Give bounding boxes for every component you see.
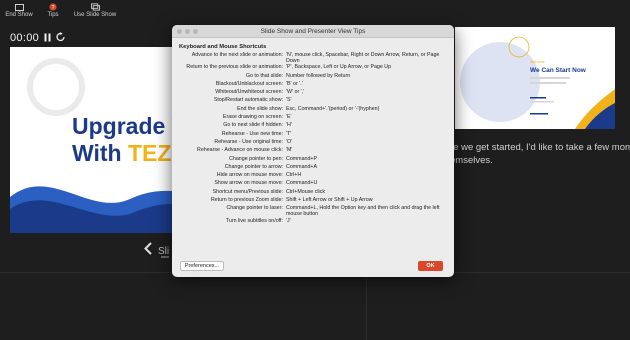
shortcut-action: Rehearse - Advance on mouse click: <box>197 147 283 154</box>
speaker-notes[interactable]: re we get started, I'd like to take a fe… <box>450 142 630 168</box>
bottom-panel-divider[interactable] <box>366 272 367 340</box>
tips-dialog: Slide Show and Presenter View Tips Keybo… <box>172 25 454 277</box>
shortcut-row: Stop/Restart automatic show: 'S' <box>172 97 454 105</box>
use-slide-show-button[interactable]: Use Slide Show <box>73 3 117 24</box>
timer-text: 00:00 <box>10 32 40 44</box>
shortcut-action: Show arrow on mouse move: <box>214 180 283 187</box>
shortcut-row: Erase drawing on screen: 'E' <box>172 114 454 122</box>
shortcut-action: Rehearse - Use original time: <box>214 138 283 145</box>
shortcut-action: Go to that slide: <box>245 72 283 79</box>
shortcut-action: Go to next slide if hidden: <box>223 122 283 129</box>
shortcut-keys: 'J' <box>286 217 291 224</box>
shortcut-keys: Shift + Left Arrow or Shift + Up Arrow <box>286 197 373 204</box>
tips-label: Tips <box>47 12 59 18</box>
shortcut-action: Advance to the next slide or animation: <box>191 52 283 58</box>
slide-show-icon <box>90 3 100 11</box>
screen-icon <box>14 3 24 11</box>
shortcut-keys: 'N', mouse click, Spacebar, Right or Dow… <box>286 52 440 65</box>
shortcut-action: Stop/Restart automatic show: <box>213 97 283 104</box>
shortcut-row: Go to that slide: Number followed by Retu… <box>172 73 454 81</box>
window-controls <box>177 29 198 34</box>
shortcut-keys: 'B' or '.' <box>286 80 303 87</box>
shortcut-action: Turn live subtitles on/off: <box>225 217 283 224</box>
close-window-icon[interactable] <box>177 29 182 34</box>
shortcut-row: Change pointer to arrow: Command+A <box>172 164 454 172</box>
shortcut-action: Erase drawing on screen: <box>222 114 283 121</box>
tips-button[interactable]: ? Tips <box>41 3 65 24</box>
reset-icon[interactable] <box>56 29 66 47</box>
shortcut-row: Rehearse - Use original time: 'O' <box>172 139 454 147</box>
shortcut-keys: 'W' or ',' <box>286 89 305 96</box>
tips-icon: ? <box>49 3 58 11</box>
shortcut-action: Whiteout/Unwhiteout screen: <box>215 89 283 96</box>
shortcut-list: Advance to the next slide or animation: '… <box>172 52 454 226</box>
slide-counter-label: Sli <box>158 245 170 257</box>
shortcut-row: Shortcut menu/Previous slide: Ctrl+Mouse … <box>172 189 454 197</box>
zoom-window-icon[interactable] <box>193 29 198 34</box>
dialog-title: Slide Show and Presenter View Tips <box>260 28 366 35</box>
end-show-label: End Show <box>5 12 33 18</box>
pause-icon[interactable] <box>44 29 51 47</box>
shortcut-row: Whiteout/Unwhiteout screen: 'W' or ',' <box>172 89 454 97</box>
shortcut-row: Rehearse - Use new time: 'T' <box>172 131 454 139</box>
next-slide-tag: Welcome <box>530 60 545 64</box>
notes-line-1: re we get started, I'd like to take a fe… <box>450 142 630 153</box>
shortcut-action: Change pointer to laser: <box>226 205 283 212</box>
timer: 00:00 <box>10 29 66 47</box>
shortcut-keys: Esc, Command+'.'(period) or '-'(hyphen) <box>286 105 380 112</box>
shortcut-row: End the slide show: Esc, Command+'.'(peri… <box>172 106 454 114</box>
dialog-titlebar[interactable]: Slide Show and Presenter View Tips <box>172 25 454 38</box>
shortcut-row: Blackout/Unblackout screen: 'B' or '.' <box>172 81 454 89</box>
shortcut-action: Blackout/Unblackout screen: <box>215 80 283 87</box>
shortcut-keys: 'T' <box>286 130 292 137</box>
shortcut-keys: 'O' <box>286 138 293 145</box>
shortcut-action: Change pointer to pen: <box>229 155 283 162</box>
section-heading: Keyboard and Mouse Shortcuts <box>179 44 267 50</box>
next-slide-preview[interactable]: Welcome We Can Start Now <box>455 27 615 129</box>
shortcut-row: Change pointer to pen: Command+P <box>172 156 454 164</box>
shortcut-row: Turn live subtitles on/off: 'J' <box>172 218 454 226</box>
shortcut-row: Return to previous Zoom slide: Shift + Le… <box>172 197 454 205</box>
shortcut-keys: Ctrl+Mouse click <box>286 188 325 195</box>
shortcut-keys: 'H' <box>286 122 292 129</box>
shortcut-keys: Number followed by Return <box>286 72 351 79</box>
shortcut-keys: Command+P <box>286 155 318 162</box>
use-slide-show-label: Use Slide Show <box>73 12 117 18</box>
slide-counter-sub <box>161 256 169 258</box>
shortcut-row: Hide arrow on mouse move: Ctrl+H <box>172 172 454 180</box>
shortcut-action: End the slide show: <box>237 105 283 112</box>
shortcut-action: Return to the previous slide or animatio… <box>186 64 283 71</box>
shortcut-action: Change pointer to arrow: <box>224 163 283 170</box>
shortcut-action: Hide arrow on mouse move: <box>216 172 283 179</box>
next-slide-title: We Can Start Now <box>530 67 586 74</box>
shortcut-row: Advance to the next slide or animation: '… <box>172 52 454 64</box>
shortcut-row: Change pointer to laser: Command+L, Hold … <box>172 205 454 217</box>
shortcut-row: Go to next slide if hidden: 'H' <box>172 122 454 130</box>
slide-title-line2-plain: With <box>72 140 128 167</box>
shortcut-row: Return to the previous slide or animatio… <box>172 64 454 72</box>
shortcut-keys: 'P', Backspace, Left or Up Arrow, or Pag… <box>286 64 392 71</box>
shortcut-action: Shortcut menu/Previous slide: <box>212 188 283 195</box>
shortcut-keys: 'S' <box>286 97 292 104</box>
svg-text:?: ? <box>52 5 55 11</box>
shortcut-row: Rehearse - Advance on mouse click: 'M' <box>172 147 454 155</box>
shortcut-action: Rehearse - Use new time: <box>221 130 283 137</box>
preferences-button[interactable]: Preferences... <box>180 261 224 271</box>
shortcut-keys: Ctrl+H <box>286 172 302 179</box>
next-slide-graphic <box>455 27 615 129</box>
end-show-button[interactable]: End Show <box>5 3 33 24</box>
shortcut-keys: Command+A <box>286 163 318 170</box>
minimize-window-icon[interactable] <box>185 29 190 34</box>
ok-button[interactable]: OK <box>418 261 443 271</box>
shortcut-keys: 'E' <box>286 114 292 121</box>
presenter-toolbar: End Show ? Tips Use Slide Show <box>0 0 630 24</box>
previous-slide-icon[interactable] <box>144 242 152 260</box>
shortcut-row: Show arrow on mouse move: Command+U <box>172 180 454 188</box>
shortcut-action: Return to previous Zoom slide: <box>210 197 283 204</box>
shortcut-keys: Command+L, Hold the Option key and then … <box>286 205 440 218</box>
notes-line-2: emselves. <box>450 154 493 166</box>
shortcut-keys: Command+U <box>286 180 318 187</box>
shortcut-keys: 'M' <box>286 147 293 154</box>
